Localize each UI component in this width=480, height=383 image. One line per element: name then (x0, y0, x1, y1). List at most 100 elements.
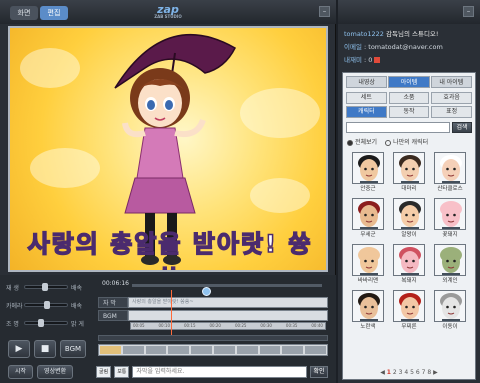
user-items-row: 내재미 : 0 (344, 54, 476, 67)
mode-tabs: 화면 편집 (10, 6, 68, 20)
camera-slider[interactable]: 카메라 배속 (6, 299, 86, 311)
thumbnail[interactable] (191, 346, 212, 354)
speed-knob[interactable] (42, 283, 49, 291)
speed-label: 재 생 (6, 284, 19, 292)
kid-face-icon[interactable] (393, 198, 425, 230)
subtitle-track-clip[interactable]: 사랑의 총알을 받아랏! 쓩쓩~ (128, 297, 328, 308)
page-current[interactable]: 1 (387, 369, 391, 376)
radio-all[interactable]: 전체보기 (347, 137, 377, 146)
character-item[interactable]: 이동이 (431, 290, 469, 331)
thumbnail[interactable] (213, 346, 235, 354)
thumbnail[interactable] (259, 346, 281, 354)
character-item[interactable]: 알왕이 (390, 198, 428, 239)
camera-end-label: 배속 (71, 302, 83, 310)
thumbnail-strip[interactable] (98, 344, 328, 356)
alien-face-icon[interactable] (434, 244, 466, 276)
page-link[interactable]: 8 (427, 369, 431, 376)
character-item[interactable]: 바바리맨 (349, 244, 387, 285)
woman-face-icon[interactable] (393, 152, 425, 184)
redhair-face-icon[interactable] (393, 290, 425, 322)
page-link[interactable]: 2 (393, 369, 397, 376)
thumbnail[interactable] (236, 346, 258, 354)
play-button[interactable]: ▶ (8, 340, 30, 358)
timeline-scrollbar[interactable] (98, 335, 328, 341)
seek-knob[interactable] (202, 287, 211, 296)
page-link[interactable]: 3 (399, 369, 403, 376)
light-track[interactable] (24, 319, 68, 327)
character-item[interactable]: 꽃돼지 (431, 198, 469, 239)
character-item[interactable]: 대마리 (390, 152, 428, 193)
character-item[interactable]: 노란색 (349, 290, 387, 331)
speed-slider[interactable]: 재 생 배속 (6, 281, 86, 293)
tab-my-videos[interactable]: 내영상 (346, 76, 388, 88)
stop-button[interactable]: ■ (34, 340, 56, 358)
convert-video-button[interactable]: 영상변환 (37, 365, 74, 379)
video-preview[interactable]: 사랑의 총알을 받아랏! 쓩쓩 (8, 26, 328, 272)
bear-face-icon[interactable] (434, 290, 466, 322)
character-item[interactable]: 외계인 (431, 244, 469, 285)
playback-controls: ▶ ■ BGM (8, 340, 86, 358)
tab-items[interactable]: 아이템 (388, 76, 430, 88)
thumbnail[interactable] (145, 346, 167, 354)
tab-edit[interactable]: 편집 (40, 6, 68, 20)
lucky-pig-icon[interactable] (393, 244, 425, 276)
minimize-button[interactable]: – (319, 6, 330, 17)
character-item[interactable]: 복돼지 (390, 244, 428, 285)
pig-face-icon[interactable] (434, 198, 466, 230)
subtitle-input[interactable]: 자막을 입력하세요. (132, 366, 307, 378)
bgm-track-clip[interactable] (128, 310, 328, 321)
radio-dot[interactable] (385, 139, 392, 146)
page-link[interactable]: 5 (410, 369, 414, 376)
timeline: 00:06:16 자 막 사랑의 총알을 받아랏! 쓩쓩~ BGM 00:05 … (96, 277, 328, 359)
tab-view[interactable]: 화면 (10, 6, 38, 20)
santa-face-icon[interactable] (434, 152, 466, 184)
character-item[interactable]: 안중근 (349, 152, 387, 193)
seek-track[interactable] (132, 284, 322, 296)
character-item[interactable]: 무찌른 (390, 290, 428, 331)
radio-mine[interactable]: 나만의 캐릭터 (385, 137, 428, 146)
search-button[interactable]: 검색 (452, 122, 472, 133)
bottom-actions: 시작 영상변환 (8, 365, 74, 379)
page-link[interactable]: 6 (416, 369, 420, 376)
page-link[interactable]: 7 (422, 369, 426, 376)
light-knob[interactable] (38, 319, 45, 327)
thumbnail[interactable] (168, 346, 190, 354)
close-panel-button[interactable]: – (463, 6, 474, 17)
category-motion[interactable]: 동작 (388, 106, 430, 118)
soldier-face-icon[interactable] (352, 198, 384, 230)
thumbnail[interactable] (305, 346, 326, 354)
start-button[interactable]: 시작 (8, 365, 34, 379)
prev-page-button[interactable]: ◀ (380, 369, 385, 376)
camera-knob[interactable] (44, 301, 50, 309)
category-props[interactable]: 소품 (388, 92, 430, 104)
confirm-button[interactable]: 확인 (310, 366, 328, 378)
page-link[interactable]: 4 (404, 369, 408, 376)
category-expression[interactable]: 표정 (431, 106, 472, 118)
boy-face-icon[interactable] (352, 290, 384, 322)
next-page-button[interactable]: ▶ (433, 369, 438, 376)
category-character[interactable]: 캐릭터 (346, 106, 387, 118)
coin-icon (374, 57, 381, 63)
category-sfx[interactable]: 효과음 (431, 92, 472, 104)
thumbnail[interactable] (122, 346, 144, 354)
character-item[interactable]: 무세군 (349, 198, 387, 239)
camera-track[interactable] (24, 301, 68, 309)
editor-toolbar: 화면 편집 zap ZAB STUDIO – (0, 0, 336, 24)
thumbnail[interactable] (282, 346, 304, 354)
speed-track[interactable] (24, 283, 68, 291)
bald-face-icon[interactable] (352, 244, 384, 276)
category-set[interactable]: 세트 (346, 92, 387, 104)
size-select[interactable]: 보통 (114, 366, 130, 378)
bgm-track[interactable]: BGM (98, 310, 328, 321)
bgm-button[interactable]: BGM (60, 340, 86, 358)
radio-dot[interactable] (347, 139, 353, 146)
thumbnail[interactable] (100, 346, 121, 354)
character-item[interactable]: 산타클로스 (431, 152, 469, 193)
playhead[interactable] (171, 290, 172, 335)
light-slider[interactable]: 조 명 밝 게 (6, 317, 86, 329)
search-input[interactable] (346, 122, 450, 133)
font-select[interactable]: 굴림 (96, 366, 112, 378)
tab-my-items[interactable]: 내 아이템 (430, 76, 472, 88)
man-face-icon[interactable] (352, 152, 384, 184)
subtitle-track[interactable]: 자 막 사랑의 총알을 받아랏! 쓩쓩~ (98, 297, 328, 308)
